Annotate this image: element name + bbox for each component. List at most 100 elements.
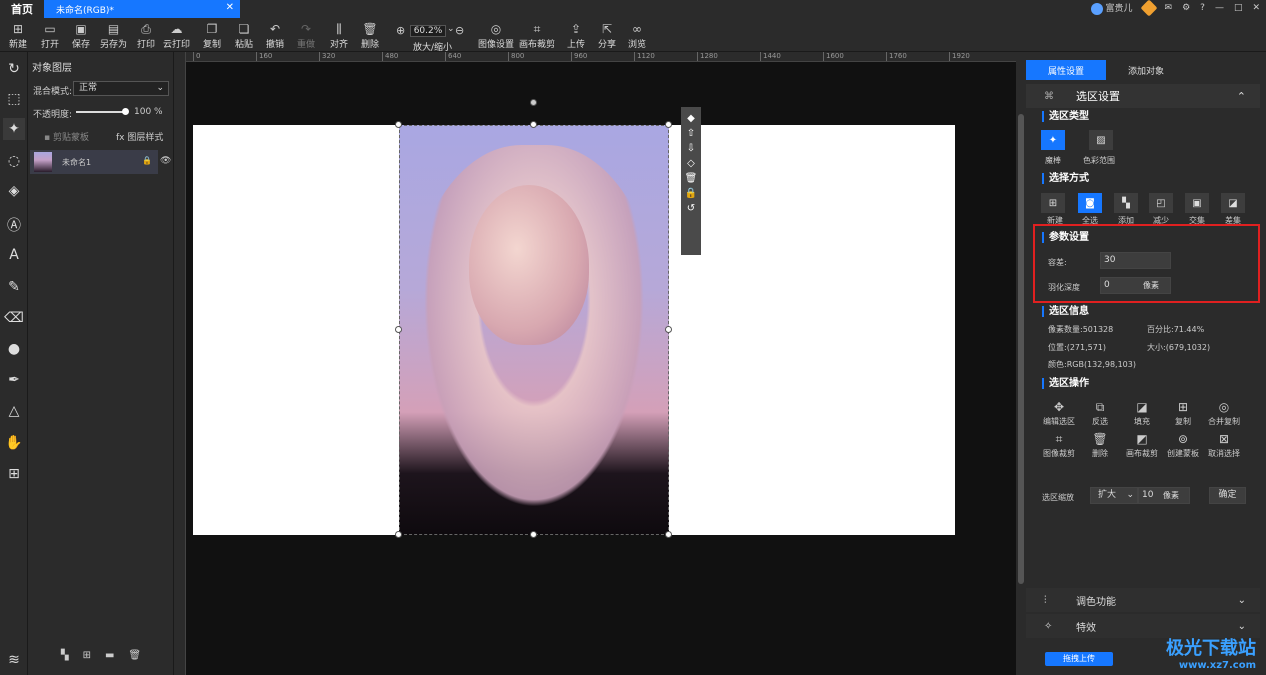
hand-tool-icon[interactable]: ✋ xyxy=(3,432,25,454)
op-create-mask[interactable]: ⊚ 创建蒙板 xyxy=(1163,432,1203,459)
reset-icon[interactable]: ↺ xyxy=(687,203,695,214)
gear-icon[interactable]: ⚙ xyxy=(1182,3,1190,13)
sel-zoom-mode-select[interactable]: 扩大 ⌄ xyxy=(1090,487,1138,504)
home-tab[interactable]: 首页 xyxy=(0,0,44,18)
layer-style-button[interactable]: fx 图层样式 xyxy=(116,130,163,143)
trash-icon[interactable]: 🗑 xyxy=(685,173,698,184)
zoom-input[interactable]: 60.2% xyxy=(410,25,446,37)
op-merge-copy[interactable]: ◎ 合并复制 xyxy=(1204,400,1244,427)
op-deselect[interactable]: ⊠ 取消选择 xyxy=(1204,432,1244,459)
mode-new-button[interactable]: ⊞ xyxy=(1041,193,1065,213)
close-window-icon[interactable]: ✕ xyxy=(1252,3,1260,13)
document-tab[interactable]: 未命名(RGB)* ✕ xyxy=(44,0,240,18)
magic-wand-type-button[interactable]: ✦ xyxy=(1041,130,1065,150)
smudge-tool-icon[interactable]: ● xyxy=(3,338,25,360)
op-invert[interactable]: ⧉ 反选 xyxy=(1080,400,1120,427)
folder-icon[interactable]: ▬ xyxy=(105,650,114,668)
blend-mode-select[interactable]: 正常 ⌄ xyxy=(73,81,169,96)
mode-select-all-button[interactable]: ◙ xyxy=(1078,193,1102,213)
chevron-down-icon[interactable]: ⌄ xyxy=(447,24,455,34)
open-button[interactable]: ▭ 打开 xyxy=(41,21,59,50)
undo-button[interactable]: ↶ 撤销 xyxy=(266,21,284,50)
mode-intersect-button[interactable]: ▣ xyxy=(1185,193,1209,213)
vertical-scrollbar[interactable] xyxy=(1016,52,1026,675)
copy-button[interactable]: ❐ 复制 xyxy=(203,21,221,50)
sel-zoom-input[interactable]: 10 像素 xyxy=(1138,487,1190,504)
tab-add-object[interactable]: 添加对象 xyxy=(1106,60,1186,80)
minimize-icon[interactable]: — xyxy=(1215,3,1224,13)
user-info[interactable]: 富贵儿 xyxy=(1090,1,1133,15)
mail-icon[interactable]: ✉ xyxy=(1165,3,1173,13)
anchor-up-icon[interactable]: ⇧ xyxy=(687,128,695,139)
layer-down-icon[interactable]: ◇ xyxy=(687,158,695,169)
cloud-print-button[interactable]: ☁ 云打印 xyxy=(163,21,190,50)
layer-item[interactable]: 未命名1 🔒 xyxy=(30,150,158,174)
mode-add-button[interactable]: ▚ xyxy=(1114,193,1138,213)
fold-color-adjust[interactable]: ⫶ 调色功能 ⌄ xyxy=(1026,588,1260,612)
maximize-icon[interactable]: □ xyxy=(1234,3,1243,13)
eraser-tool-icon[interactable]: ⌫ xyxy=(3,307,25,329)
feather-input[interactable]: 0 像素 xyxy=(1100,277,1171,294)
tolerance-input[interactable]: 30 xyxy=(1100,252,1171,269)
op-canvas-crop[interactable]: ◩ 画布裁剪 xyxy=(1122,432,1162,459)
canvas-crop-button[interactable]: ⌗ 画布裁剪 xyxy=(519,21,555,50)
selection-box[interactable] xyxy=(399,125,669,535)
resize-handle[interactable] xyxy=(530,531,537,538)
anchor-down-icon[interactable]: ⇩ xyxy=(687,143,695,154)
color-range-type-button[interactable]: ▨ xyxy=(1089,130,1113,150)
add-layer-icon[interactable]: ⊞ xyxy=(83,650,91,668)
print-button[interactable]: ⎙ 打印 xyxy=(137,21,155,50)
chevron-up-icon[interactable]: ⌃ xyxy=(1237,90,1246,103)
opacity-slider[interactable] xyxy=(76,111,126,113)
canvas-size-tool-icon[interactable]: ⊞ xyxy=(3,463,25,485)
save-button[interactable]: ▣ 保存 xyxy=(72,21,90,50)
op-fill[interactable]: ◪ 填充 xyxy=(1122,400,1162,427)
lock-icon[interactable]: 🔒 xyxy=(685,188,697,199)
brush-tool-icon[interactable]: ✎ xyxy=(3,276,25,298)
align-button[interactable]: ⫼ 对齐 xyxy=(330,21,348,50)
paste-button[interactable]: ❏ 粘贴 xyxy=(235,21,253,50)
merge-layer-icon[interactable]: ▚ xyxy=(61,650,69,668)
upload-button[interactable]: ⇪ 上传 xyxy=(567,21,585,50)
lasso-tool-icon[interactable]: ◌ xyxy=(3,150,25,172)
share-button[interactable]: ⇱ 分享 xyxy=(598,21,616,50)
tab-properties[interactable]: 属性设置 xyxy=(1026,60,1106,80)
help-icon[interactable]: ? xyxy=(1200,3,1205,13)
magic-wand-tool-icon[interactable]: ✦ xyxy=(3,118,25,140)
op-image-crop[interactable]: ⌗ 图像裁剪 xyxy=(1039,432,1079,459)
resize-handle[interactable] xyxy=(395,326,402,333)
resize-handle[interactable] xyxy=(665,121,672,128)
mode-subtract-button[interactable]: ◰ xyxy=(1149,193,1173,213)
paint-bucket-tool-icon[interactable]: ◈ xyxy=(3,180,25,202)
op-delete[interactable]: 🗑 删除 xyxy=(1080,432,1120,459)
text-tool-icon[interactable]: Ⓐ xyxy=(3,214,25,236)
layers-icon[interactable]: ≋ xyxy=(3,649,25,671)
zoom-out-icon[interactable]: ⊖ xyxy=(455,24,464,37)
op-edit-selection[interactable]: ✥ 编辑选区 xyxy=(1039,400,1079,427)
save-as-button[interactable]: ▤ 另存为 xyxy=(100,21,127,50)
rotate-handle-icon[interactable] xyxy=(530,99,537,106)
opacity-slider-handle[interactable] xyxy=(122,108,129,115)
layer-up-icon[interactable]: ◆ xyxy=(687,113,695,124)
delete-button[interactable]: 🗑 删除 xyxy=(361,21,379,50)
resize-handle[interactable] xyxy=(530,121,537,128)
drag-upload-button[interactable]: 拖拽上传 xyxy=(1045,652,1113,666)
close-tab-icon[interactable]: ✕ xyxy=(226,2,234,13)
clip-mask-button[interactable]: ▪ 剪贴蒙板 xyxy=(44,130,89,143)
confirm-button[interactable]: 确定 xyxy=(1209,487,1246,504)
redo-button[interactable]: ↷ 重做 xyxy=(297,21,315,50)
mode-difference-button[interactable]: ◪ xyxy=(1221,193,1245,213)
new-button[interactable]: ⊞ 新建 xyxy=(9,21,27,50)
pen-tool-icon[interactable]: ✒ xyxy=(3,369,25,391)
marquee-tool-icon[interactable]: ⬚ xyxy=(3,88,25,110)
text-style-tool-icon[interactable]: A xyxy=(3,244,25,266)
magic-select-tool-icon[interactable]: ↻ xyxy=(3,58,25,80)
trash-icon[interactable]: 🗑 xyxy=(128,650,141,668)
resize-handle[interactable] xyxy=(665,326,672,333)
canvas-workspace[interactable]: ◆ ⇧ ⇩ ◇ 🗑 🔒 ↺ xyxy=(186,62,1016,675)
scrollbar-thumb[interactable] xyxy=(1018,114,1024,584)
resize-handle[interactable] xyxy=(395,121,402,128)
shape-tool-icon[interactable]: △ xyxy=(3,400,25,422)
lock-icon[interactable]: 🔒 xyxy=(142,156,152,165)
browse-button[interactable]: ∞ 浏览 xyxy=(628,21,646,50)
